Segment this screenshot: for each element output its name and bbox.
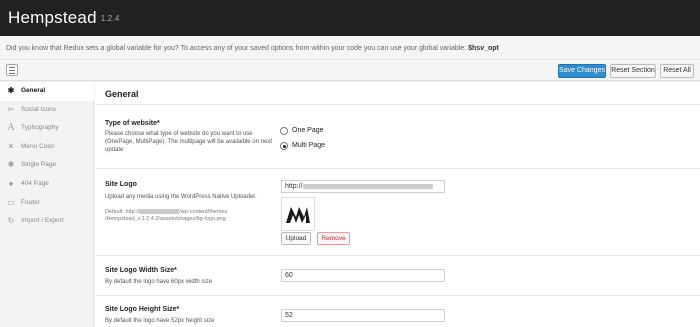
gear-icon: ✱ [7, 160, 15, 170]
divider [95, 168, 700, 169]
default-path: /Hempstead_v.1.2.4.2/assets/images/bg-lo… [105, 216, 226, 222]
global-variable-notice: Did you know that Redux sets a global va… [0, 36, 700, 60]
logo-height-title: Site Logo Height Size* [105, 306, 180, 313]
reset-section-button[interactable]: Reset Section [610, 64, 656, 78]
divider [95, 104, 700, 105]
sidebar-item-label: Footer [21, 198, 40, 206]
default-suffix: /wp-content/themes [179, 209, 228, 215]
logo-preview-image [281, 197, 315, 231]
sidebar-item-footer[interactable]: ▭ Footer [0, 194, 93, 213]
wrench-icon: ✂ [7, 104, 15, 114]
radio-label: One Page [292, 127, 324, 134]
header-bar: Hempstead 1.2.4 [0, 0, 700, 36]
app-title: Hempstead 1.2.4 [8, 8, 120, 28]
sidebar-item-import-export[interactable]: ↻ Import / Export [0, 212, 93, 231]
sidebar-item-single-page[interactable]: ✱ Single Page [0, 156, 93, 175]
info-icon: ● [8, 178, 14, 188]
options-toolbar: Save Changes Reset Section Reset All [0, 60, 700, 81]
sidebar-item-label: General [21, 87, 46, 94]
options-sidebar: ✱ General ✂ Social Icons A Typhography ✕… [0, 82, 94, 327]
reset-all-button[interactable]: Reset All [660, 64, 694, 78]
website-type-title: Type of website* [105, 120, 160, 127]
version-label: 1.2.4 [100, 14, 120, 24]
save-changes-button[interactable]: Save Changes [558, 64, 606, 78]
site-logo-title: Site Logo [105, 181, 137, 188]
redacted-text [139, 209, 180, 215]
remove-button[interactable]: Remove [317, 232, 350, 245]
redux-options-page: Hempstead 1.2.4 Did you know that Redux s… [0, 0, 700, 327]
sidebar-item-typhography[interactable]: A Typhography [0, 119, 93, 138]
tools-icon: ✕ [7, 141, 15, 151]
sidebar-item-label: Social Icons [21, 105, 57, 113]
gear-icon: ✱ [7, 86, 15, 95]
sidebar-item-label: Single Page [21, 161, 57, 169]
logo-width-input[interactable]: 60 [281, 269, 445, 282]
site-logo-desc: Upload any media using the WordPress Nat… [105, 194, 257, 200]
website-type-desc: Please choose what type of website do yo… [105, 131, 272, 153]
sidebar-item-label: Menu Color [21, 142, 55, 150]
radio-circle-checked[interactable] [280, 142, 288, 150]
radio-circle[interactable] [280, 127, 288, 135]
redacted-url [302, 183, 433, 189]
section-title: General [105, 89, 139, 99]
radio-label: Multi Page [292, 142, 326, 149]
sidebar-item-label: Typhography [21, 124, 59, 132]
site-logo-url-input[interactable]: http:// [281, 180, 445, 193]
logo-height-desc: By default the logo have 52px height siz… [105, 318, 215, 324]
sidebar-item-404-page[interactable]: ● 404 Page [0, 175, 93, 194]
sidebar-item-label: Import / Export [21, 217, 64, 225]
default-prefix: Default: http:// [105, 209, 140, 215]
sidebar-item-general[interactable]: ✱ General [0, 82, 94, 101]
logo-width-title: Site Logo Width Size* [105, 267, 177, 274]
font-icon: A [7, 122, 15, 134]
sidebar-item-label: 404 Page [21, 179, 49, 187]
expand-options-icon[interactable] [6, 64, 18, 76]
app-title-text: Hempstead [8, 8, 97, 27]
divider [95, 255, 700, 256]
url-prefix: http:// [285, 183, 303, 190]
footer-icon: ▭ [7, 197, 15, 207]
options-panel: General Type of website* Please choose w… [95, 82, 700, 327]
sidebar-item-menu-color[interactable]: ✕ Menu Color [0, 138, 93, 157]
logo-width-desc: By default the logo have 60px width size [105, 279, 213, 285]
hempstead-logo-icon [286, 207, 310, 223]
sidebar-item-social-icons[interactable]: ✂ Social Icons [0, 101, 93, 120]
upload-button[interactable]: Upload [281, 232, 311, 245]
notice-text: Did you know that Redux sets a global va… [6, 45, 467, 52]
logo-height-input[interactable]: 52 [281, 309, 445, 322]
notice-variable: $hsv_opt [468, 45, 499, 52]
divider [95, 295, 700, 296]
refresh-icon: ↻ [7, 216, 15, 226]
site-logo-default: Default: http:// /wp-content/themes /Hemp… [105, 209, 275, 223]
